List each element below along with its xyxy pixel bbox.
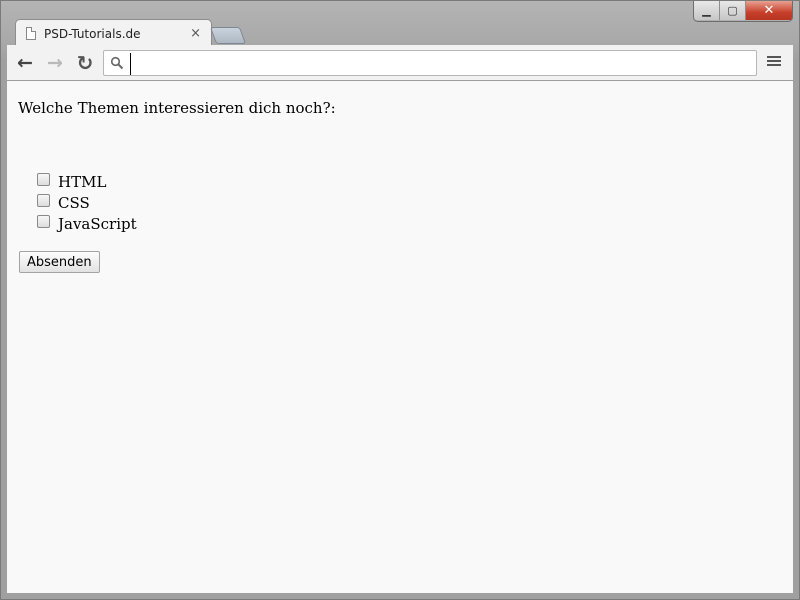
minimize-button[interactable]: ▁	[694, 1, 720, 20]
checkbox-list: HTML CSS JavaScript	[37, 171, 137, 234]
back-arrow-icon[interactable]: ←	[13, 51, 37, 75]
browser-toolbar: ← → ↻	[7, 45, 793, 81]
checkbox-label-html: HTML	[58, 172, 107, 191]
tab-close-icon[interactable]: ×	[190, 26, 201, 41]
checkbox-label-javascript: JavaScript	[58, 214, 137, 233]
checkbox-javascript[interactable]	[37, 215, 50, 228]
address-input[interactable]	[130, 53, 755, 75]
submit-button[interactable]: Absenden	[19, 251, 100, 273]
option-javascript[interactable]: JavaScript	[37, 213, 137, 234]
maximize-button[interactable]: ▢	[720, 1, 746, 20]
browser-window: ▁ ▢ ✕ PSD-Tutorials.de × ← → ↻ Welche Th…	[0, 0, 800, 600]
checkbox-css[interactable]	[37, 194, 50, 207]
reload-icon[interactable]: ↻	[73, 51, 97, 75]
page-content: Welche Themen interessieren dich noch?: …	[7, 81, 793, 593]
checkbox-label-css: CSS	[58, 193, 90, 212]
option-css[interactable]: CSS	[37, 192, 137, 213]
browser-tab[interactable]: PSD-Tutorials.de ×	[15, 19, 212, 47]
checkbox-html[interactable]	[37, 173, 50, 186]
window-controls: ▁ ▢ ✕	[693, 1, 793, 22]
new-tab-button[interactable]	[209, 27, 247, 44]
search-icon	[110, 56, 124, 70]
forward-arrow-icon[interactable]: →	[43, 51, 67, 75]
hamburger-menu-icon[interactable]	[767, 54, 781, 68]
option-html[interactable]: HTML	[37, 171, 137, 192]
page-icon	[26, 27, 36, 40]
address-bar[interactable]	[103, 50, 757, 76]
tab-title: PSD-Tutorials.de	[44, 26, 141, 41]
close-window-button[interactable]: ✕	[746, 1, 792, 20]
form-question: Welche Themen interessieren dich noch?:	[18, 99, 336, 117]
